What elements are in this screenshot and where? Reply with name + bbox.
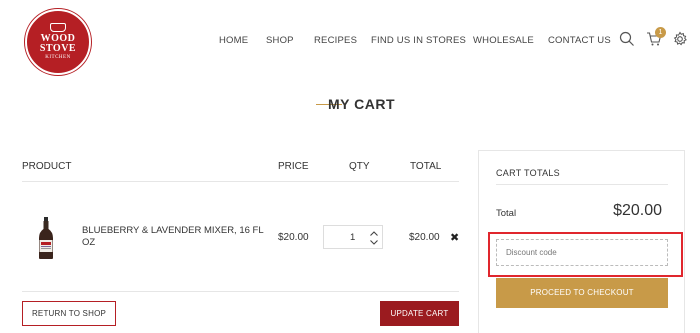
update-cart-button[interactable]: UPDATE CART [380,301,459,326]
chevron-down-icon[interactable] [369,239,379,246]
product-price: $20.00 [278,232,309,243]
column-header-total: TOTAL [410,161,442,172]
line-total: $20.00 [409,232,440,243]
table-row-divider [22,291,459,292]
product-thumbnail[interactable] [35,216,57,260]
stove-pot-icon [50,23,66,32]
nav-find-us-in-stores[interactable]: FIND US IN STORES [371,35,466,46]
proceed-to-checkout-button[interactable]: PROCEED TO CHECKOUT [496,278,668,308]
table-header-divider [22,181,459,182]
nav-shop[interactable]: SHOP [266,35,294,46]
total-label: Total [496,208,517,219]
nav-home[interactable]: HOME [219,35,248,46]
logo-text-stove: STOVE [39,43,77,54]
nav-contact-us[interactable]: CONTACT US [548,35,611,46]
nav-recipes[interactable]: RECIPES [314,35,357,46]
column-header-product: PRODUCT [22,161,72,172]
site-logo[interactable]: WOOD STOVE KITCHEN [25,9,91,75]
cart-totals-panel: CART TOTALS Total $20.00 PROCEED TO CHEC… [478,150,685,333]
page-title: MY CART [328,96,396,112]
column-header-qty: QTY [349,161,370,172]
cart-totals-divider [496,184,668,185]
cart-count-badge: 1 [655,27,666,38]
return-to-shop-button[interactable]: RETURN TO SHOP [22,301,116,326]
discount-code-input[interactable] [496,239,668,266]
column-header-price: PRICE [278,161,309,172]
product-name-link[interactable]: BLUEBERRY & LAVENDER MIXER, 16 FL OZ [82,225,272,249]
nav-wholesale[interactable]: WHOLESALE [473,35,534,46]
gear-icon[interactable] [672,31,688,47]
cart-totals-title: CART TOTALS [496,168,560,178]
search-icon[interactable] [619,31,635,47]
chevron-up-icon[interactable] [369,230,379,237]
total-value: $20.00 [613,202,662,219]
quantity-stepper[interactable]: 1 [323,225,383,249]
close-icon[interactable]: ✖ [450,231,459,244]
logo-text-kitchen: KITCHEN [45,55,71,60]
quantity-value[interactable]: 1 [350,232,355,243]
